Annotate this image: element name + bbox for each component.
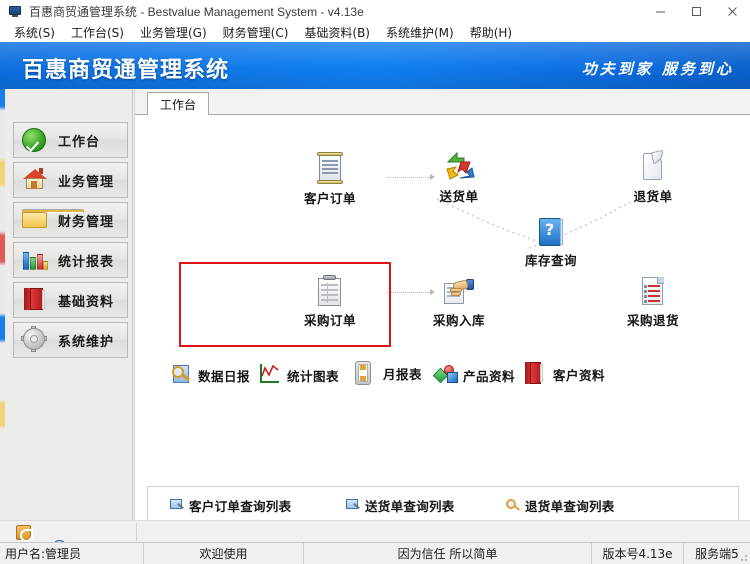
query-link-label: 退货单查询列表 — [525, 499, 615, 514]
status-welcome: 欢迎使用 — [144, 543, 304, 564]
minimize-button[interactable] — [642, 0, 678, 22]
sidebar-item-label: 业务管理 — [58, 174, 115, 190]
node-label: 采购退货 — [626, 313, 679, 328]
maximize-button[interactable] — [678, 0, 714, 22]
menu-item-maintenance[interactable]: 系统维护(M) — [378, 22, 462, 43]
sidebar-item-label: 工作台 — [58, 134, 101, 150]
tool-daily-report[interactable]: 数据日报 — [170, 363, 250, 387]
query-link-return-note[interactable]: 退货单查询列表 — [506, 496, 615, 515]
resize-grip[interactable] — [738, 552, 748, 562]
clipboard-icon — [287, 267, 373, 307]
tool-monthly-report[interactable]: 月报表 — [355, 361, 422, 385]
menu-item-help[interactable]: 帮助(H) — [462, 22, 520, 43]
node-purchase-return[interactable]: 采购退货 — [610, 267, 696, 329]
window-controls — [642, 0, 750, 22]
tool-product-data[interactable]: 产品资料 — [432, 363, 516, 387]
menu-bar: 系统(S) 工作台(S) 业务管理(G) 财务管理(C) 基础资料(B) 系统维… — [0, 22, 750, 42]
magnifier-icon — [506, 498, 520, 513]
tool-label: 客户资料 — [553, 367, 606, 383]
sidebar-item-label: 系统维护 — [58, 334, 115, 350]
query-link-label: 送货单查询列表 — [365, 499, 455, 514]
sidebar-item-reports[interactable]: 统计报表 — [13, 242, 128, 278]
sidebar-item-finance[interactable]: 财务管理 — [13, 202, 128, 238]
sidebar-item-workbench[interactable]: 工作台 — [13, 122, 128, 158]
magnifier-report-icon — [170, 363, 192, 387]
tool-customer-data[interactable]: 客户资料 — [525, 362, 605, 386]
monitor-search-icon — [170, 498, 184, 513]
node-label: 采购订单 — [303, 313, 356, 328]
brand-banner: 百惠商贸通管理系统 功夫到家 服务到心 — [0, 42, 750, 89]
brand-slogan: 功夫到家 服务到心 — [581, 60, 734, 78]
tool-label: 月报表 — [383, 366, 423, 382]
red-book-icon — [22, 287, 48, 313]
status-bar: 用户名:管理员 欢迎使用 因为信任 所以简单 版本号4.13e 服务端5 — [0, 542, 750, 564]
hourglass-icon — [355, 361, 377, 385]
red-book-icon — [525, 362, 547, 386]
hand-writing-icon — [416, 267, 502, 307]
status-version: 版本号4.13e — [592, 543, 684, 564]
tab-workbench[interactable]: 工作台 — [147, 92, 209, 116]
menu-item-system[interactable]: 系统(S) — [6, 22, 63, 43]
node-label: 送货单 — [439, 189, 479, 204]
key-icon[interactable] — [16, 525, 33, 542]
toolbar-divider — [136, 523, 137, 541]
recycle-arrows-icon — [416, 143, 502, 183]
sidebar-item-label: 财务管理 — [58, 214, 115, 230]
brand-title: 百惠商贸通管理系统 — [22, 58, 230, 83]
menu-item-finance[interactable]: 财务管理(C) — [215, 22, 297, 43]
gear-icon — [21, 326, 48, 353]
check-circle-icon — [22, 127, 48, 153]
folder-icon — [22, 207, 84, 233]
content-area: 工作台 客户订单 送货单 退货单 ? 库存查询 采购订单 采购入库 采购退货 数… — [134, 89, 750, 548]
node-customer-order[interactable]: 客户订单 — [287, 145, 373, 207]
node-purchase-order[interactable]: 采购订单 — [287, 267, 373, 329]
menu-item-basic-data[interactable]: 基础资料(B) — [296, 22, 378, 43]
status-slogan: 因为信任 所以简单 — [304, 543, 592, 564]
application-window: 百惠商贸通管理系统 - Bestvalue Management System … — [0, 0, 750, 564]
scroll-document-icon — [287, 145, 373, 185]
line-chart-icon — [259, 363, 281, 387]
title-bar: 百惠商贸通管理系统 - Bestvalue Management System … — [0, 0, 750, 22]
node-label: 客户订单 — [303, 191, 356, 206]
app-window-icon — [8, 4, 22, 18]
red-lined-document-icon — [610, 267, 696, 307]
node-purchase-inbound[interactable]: 采购入库 — [416, 267, 502, 329]
three-shapes-icon — [432, 363, 458, 387]
menu-item-workbench[interactable]: 工作台(S) — [63, 22, 132, 43]
node-label: 采购入库 — [432, 313, 485, 328]
close-button[interactable] — [714, 0, 750, 22]
tool-statistics-chart[interactable]: 统计图表 — [259, 363, 339, 387]
sidebar: 工作台 业务管理 财务管理 统计报表 基础资料 系统维护 — [5, 89, 133, 520]
house-icon — [22, 167, 48, 193]
node-label: 退货单 — [633, 189, 673, 204]
status-username: 用户名:管理员 — [0, 543, 144, 564]
monitor-search-icon — [346, 498, 360, 513]
query-link-label: 客户订单查询列表 — [189, 499, 292, 514]
bar-chart-icon — [22, 247, 48, 273]
query-link-customer-order[interactable]: 客户订单查询列表 — [170, 496, 291, 515]
query-link-delivery-note[interactable]: 送货单查询列表 — [346, 496, 455, 515]
sidebar-item-label: 基础资料 — [58, 294, 115, 310]
sidebar-item-maintenance[interactable]: 系统维护 — [13, 322, 128, 358]
node-label: 库存查询 — [524, 253, 577, 268]
workbench-canvas: 客户订单 送货单 退货单 ? 库存查询 采购订单 采购入库 采购退货 数据日报 … — [135, 115, 750, 548]
menu-item-business[interactable]: 业务管理(G) — [132, 22, 215, 43]
tab-strip: 工作台 — [135, 89, 750, 116]
curled-paper-icon — [610, 143, 696, 183]
sidebar-item-business[interactable]: 业务管理 — [13, 162, 128, 198]
bottom-toolbar — [0, 520, 750, 564]
node-delivery-note[interactable]: 送货单 — [416, 143, 502, 205]
window-title: 百惠商贸通管理系统 - Bestvalue Management System … — [29, 4, 364, 19]
node-stock-query[interactable]: ? 库存查询 — [508, 207, 594, 269]
sidebar-item-label: 统计报表 — [58, 254, 115, 270]
tool-label: 数据日报 — [198, 368, 251, 384]
blue-question-book-icon: ? — [508, 207, 594, 247]
tool-label: 产品资料 — [463, 368, 516, 384]
sidebar-item-basic-data[interactable]: 基础资料 — [13, 282, 128, 318]
node-return-note[interactable]: 退货单 — [610, 143, 696, 205]
tool-label: 统计图表 — [287, 368, 340, 384]
